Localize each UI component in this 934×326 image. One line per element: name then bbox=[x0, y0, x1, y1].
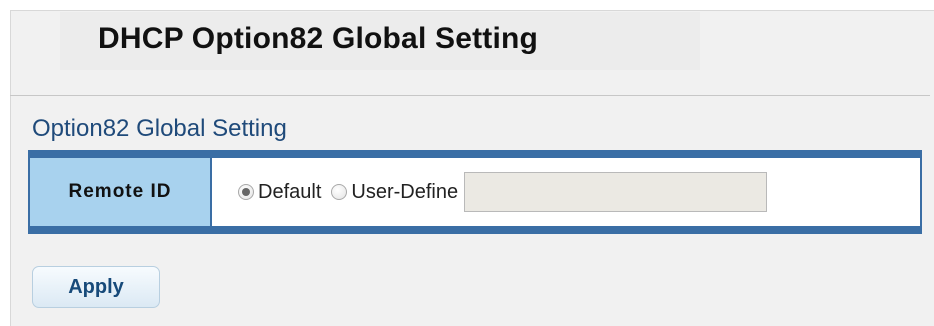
page-title: DHCP Option82 Global Setting bbox=[98, 22, 539, 55]
remote-id-value-cell: Default User-Define bbox=[212, 158, 920, 226]
title-divider bbox=[10, 95, 930, 96]
remote-id-user-define-option[interactable]: User-Define bbox=[331, 181, 458, 204]
default-radio-button[interactable] bbox=[238, 184, 254, 200]
remote-id-label: Remote ID bbox=[30, 158, 212, 226]
option82-settings-table: Remote ID Default User-Define bbox=[28, 150, 922, 234]
apply-button[interactable]: Apply bbox=[32, 266, 160, 308]
remote-id-user-define-input[interactable] bbox=[464, 172, 768, 212]
user-define-radio-label: User-Define bbox=[351, 180, 459, 203]
remote-id-default-option[interactable]: Default bbox=[238, 181, 321, 204]
default-radio-label: Default bbox=[258, 180, 322, 203]
user-define-radio-button[interactable] bbox=[331, 184, 348, 200]
section-title: Option82 Global Setting bbox=[32, 115, 287, 142]
